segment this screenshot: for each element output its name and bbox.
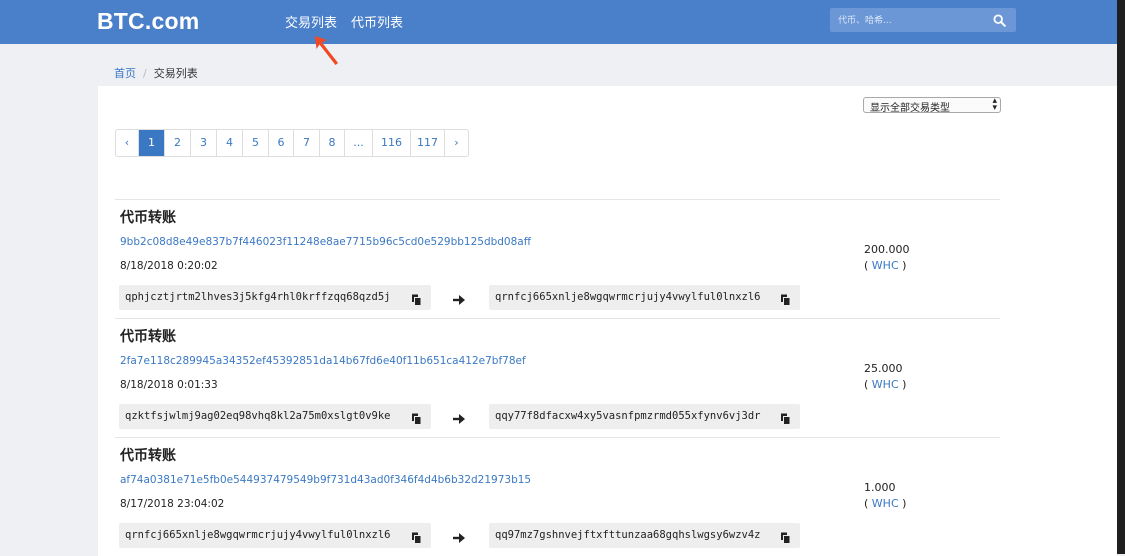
page-7[interactable]: 7 [293, 130, 319, 156]
page-next[interactable]: › [444, 130, 468, 156]
transaction-list-panel: 显示全部交易类型 ▴ ▾ ‹ 1 2 3 4 5 6 7 8 ... 116 11… [98, 86, 1117, 556]
amount: 25.000 [864, 362, 903, 375]
transaction-hash-link[interactable]: 9bb2c08d8e49e837b7f446023f11248e8ae7715b… [120, 236, 531, 248]
page-117[interactable]: 117 [410, 130, 444, 156]
nav-transaction-list[interactable]: 交易列表 [285, 12, 337, 31]
unit-open: ( [864, 378, 869, 391]
token-link[interactable]: WHC [872, 497, 899, 510]
to-address: qq97mz7gshnvejftxfttunzaa68gqhslwgsy6wzv… [489, 523, 800, 548]
unit-close: ) [902, 259, 907, 272]
pagination: ‹ 1 2 3 4 5 6 7 8 ... 116 117 › [115, 129, 469, 157]
page-5[interactable]: 5 [242, 130, 268, 156]
select-arrows-icon: ▴ ▾ [992, 96, 997, 113]
window-edge [1117, 0, 1125, 554]
site-logo[interactable]: BTC.com [97, 8, 199, 35]
breadcrumb-separator: / [143, 67, 147, 80]
page-8[interactable]: 8 [319, 130, 344, 156]
amount: 1.000 [864, 481, 896, 494]
token-unit: ( WHC ) [864, 497, 906, 510]
divider [115, 199, 1000, 200]
arrow-right-icon [453, 290, 465, 309]
arrow-right-icon [453, 409, 465, 428]
copy-icon[interactable] [411, 410, 422, 435]
transaction-time: 8/18/2018 0:01:33 [120, 379, 218, 391]
transaction-time: 8/17/2018 23:04:02 [120, 498, 225, 510]
page-6[interactable]: 6 [268, 130, 293, 156]
divider [115, 318, 1000, 319]
copy-icon[interactable] [411, 529, 422, 554]
transaction-type: 代币转账 [120, 210, 176, 226]
nav-token-list[interactable]: 代币列表 [351, 12, 403, 31]
search-box [830, 8, 1016, 32]
breadcrumb-current: 交易列表 [153, 67, 198, 80]
divider [115, 437, 1000, 438]
page-ellipsis: ... [344, 130, 372, 156]
token-unit: ( WHC ) [864, 378, 906, 391]
token-link[interactable]: WHC [872, 259, 899, 272]
unit-close: ) [902, 378, 907, 391]
from-address-text[interactable]: qrnfcj665xnlje8wgqwrmcrjujy4vwylful0lnxz… [125, 529, 391, 541]
from-address-text[interactable]: qphjcztjrtm2lhves3j5kfg4rhl0krffzqq68qzd… [125, 291, 391, 303]
unit-open: ( [864, 497, 869, 510]
copy-icon[interactable] [780, 410, 791, 435]
page-prev[interactable]: ‹ [116, 130, 138, 156]
page-4[interactable]: 4 [216, 130, 242, 156]
token-unit: ( WHC ) [864, 259, 906, 272]
transaction-type: 代币转账 [120, 329, 176, 345]
search-input[interactable] [836, 11, 990, 31]
breadcrumb: 首页 / 交易列表 [114, 65, 198, 81]
to-address: qqy77f8dfacxw4xy5vasnfpmzrmd055xfynv6vj3… [489, 404, 800, 429]
to-address: qrnfcj665xnlje8wgqwrmcrjujy4vwylful0lnxz… [489, 285, 800, 310]
page-2[interactable]: 2 [164, 130, 190, 156]
page-1[interactable]: 1 [138, 130, 164, 156]
copy-icon[interactable] [780, 291, 791, 316]
from-address: qrnfcj665xnlje8wgqwrmcrjujy4vwylful0lnxz… [119, 523, 431, 548]
select-value: 显示全部交易类型 [870, 103, 950, 114]
unit-close: ) [902, 497, 907, 510]
amount: 200.000 [864, 243, 910, 256]
to-address-text[interactable]: qq97mz7gshnvejftxfttunzaa68gqhslwgsy6wzv… [495, 529, 761, 541]
to-address-text[interactable]: qrnfcj665xnlje8wgqwrmcrjujy4vwylful0lnxz… [495, 291, 761, 303]
transaction-time: 8/18/2018 0:20:02 [120, 260, 218, 272]
from-address: qphjcztjrtm2lhves3j5kfg4rhl0krffzqq68qzd… [119, 285, 431, 310]
search-icon[interactable] [993, 12, 1006, 31]
unit-open: ( [864, 259, 869, 272]
transaction-type-select[interactable]: 显示全部交易类型 ▴ ▾ [863, 96, 1001, 114]
copy-icon[interactable] [780, 529, 791, 554]
token-link[interactable]: WHC [872, 378, 899, 391]
arrow-right-icon [453, 528, 465, 547]
top-navbar: BTC.com 交易列表 代币列表 [0, 0, 1117, 44]
annotation-arrow-icon [312, 34, 342, 70]
transaction-hash-link[interactable]: af74a0381e71e5fb0e544937479549b9f731d43a… [120, 474, 531, 486]
transaction-hash-link[interactable]: 2fa7e118c289945a34352ef45392851da14b67fd… [120, 355, 526, 367]
page-116[interactable]: 116 [372, 130, 410, 156]
from-address: qzktfsjwlmj9ag02eq98vhq8kl2a75m0xslgt0v9… [119, 404, 431, 429]
transaction-type: 代币转账 [120, 448, 176, 464]
page-3[interactable]: 3 [190, 130, 216, 156]
from-address-text[interactable]: qzktfsjwlmj9ag02eq98vhq8kl2a75m0xslgt0v9… [125, 410, 391, 422]
copy-icon[interactable] [411, 291, 422, 316]
to-address-text[interactable]: qqy77f8dfacxw4xy5vasnfpmzrmd055xfynv6vj3… [495, 410, 761, 422]
breadcrumb-home[interactable]: 首页 [114, 67, 136, 80]
